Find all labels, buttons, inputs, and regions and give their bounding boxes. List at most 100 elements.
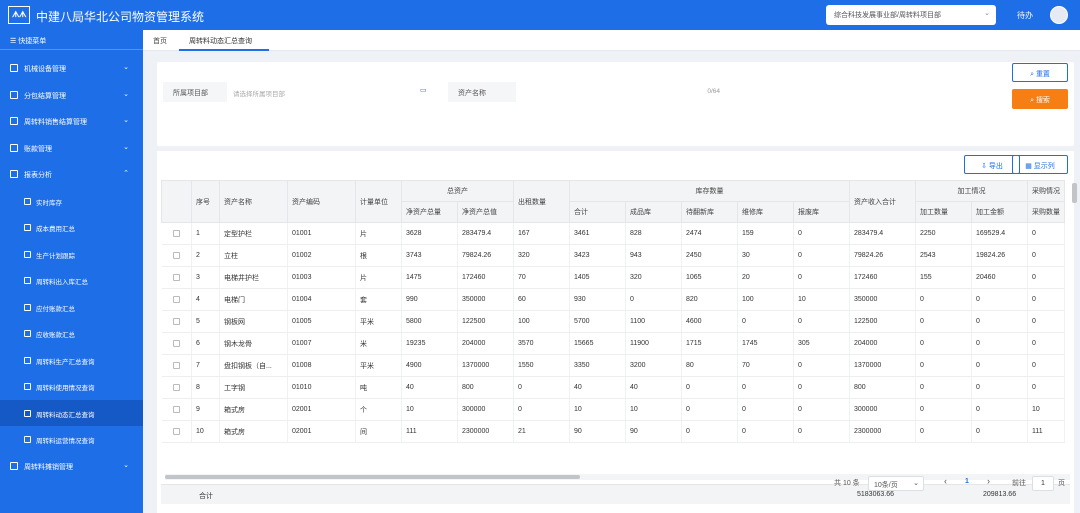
col-process-qty: 加工数量 xyxy=(915,201,972,223)
cell-asset-code: 01002 xyxy=(287,244,356,267)
sidebar-item-amortization[interactable]: 周转料摊销管理 ⌄ xyxy=(0,453,143,480)
sidebar-subitem-label: 应收账款汇总 xyxy=(36,332,75,339)
cell-net-total-qty: 5800 xyxy=(401,310,458,333)
sidebar-subitem-dynamic-query[interactable]: 周转料动态汇总查询 xyxy=(0,399,143,426)
cell-stock-total: 3461 xyxy=(569,222,626,245)
goto-page-input[interactable]: 1 xyxy=(1032,476,1054,491)
cell-rent-qty: 100 xyxy=(513,310,570,333)
cell-rent-qty: 60 xyxy=(513,288,570,311)
tab-home[interactable]: 首页 xyxy=(153,36,167,46)
row-checkbox[interactable] xyxy=(172,229,180,237)
row-checkbox[interactable] xyxy=(172,317,180,325)
cell-finished: 10 xyxy=(625,398,682,421)
columns-button[interactable]: ▦ 显示列 xyxy=(1012,155,1068,174)
row-checkbox-cell xyxy=(161,420,192,443)
cell-finished: 0 xyxy=(625,288,682,311)
cell-asset-code: 01003 xyxy=(287,266,356,289)
sidebar-item-reports[interactable]: 报表分析 ⌃ xyxy=(0,161,143,188)
cell-pending-repair: 0 xyxy=(681,420,738,443)
page-size-select[interactable]: 10条/页 ⌄ xyxy=(868,476,924,491)
horizontal-scrollbar[interactable] xyxy=(165,474,1070,480)
quick-menu-label: 快捷菜单 xyxy=(18,38,47,45)
sidebar-item-machinery[interactable]: 机械设备管理 ⌄ xyxy=(0,55,143,82)
summary-label: 合计 xyxy=(199,493,213,500)
avatar[interactable] xyxy=(1050,6,1068,24)
cell-index: 9 xyxy=(191,398,220,421)
sidebar-subitem-inout-summary[interactable]: 周转料出入库汇总 xyxy=(0,267,143,294)
sidebar-subitem-operation-query[interactable]: 周转料运营情况查询 xyxy=(0,426,143,453)
cell-scrap: 0 xyxy=(793,244,850,267)
select-icon[interactable]: ▭ xyxy=(420,86,427,94)
vertical-scrollbar[interactable] xyxy=(1072,183,1077,203)
cell-process-amount: 20460 xyxy=(971,266,1028,289)
row-checkbox[interactable] xyxy=(172,361,180,369)
prev-page-button[interactable]: ‹ xyxy=(944,476,947,486)
sidebar-subitem-payable-summary[interactable]: 应付账款汇总 xyxy=(0,294,143,321)
sidebar-item-label: 账款管理 xyxy=(24,145,52,153)
quick-menu[interactable]: ☰ 快捷菜单 xyxy=(0,30,143,50)
cell-finished: 3200 xyxy=(625,354,682,377)
table-row[interactable]: 1 定型护栏 01001 片 3628 283479.4 167 3461 828 2474 159… xyxy=(161,222,1065,245)
cell-net-total-value: 283479.4 xyxy=(457,222,514,245)
sidebar-subitem-cost-summary[interactable]: 成本费用汇总 xyxy=(0,214,143,241)
page-suffix: 页 xyxy=(1058,480,1065,487)
sidebar-item-subcontract[interactable]: 分包结算管理 ⌄ xyxy=(0,82,143,109)
cell-net-total-qty: 19235 xyxy=(401,332,458,355)
cell-index: 8 xyxy=(191,376,220,399)
sidebar-subitem-usage-query[interactable]: 周转料使用情况查询 xyxy=(0,373,143,400)
row-checkbox[interactable] xyxy=(172,273,180,281)
table-row[interactable]: 7 盘扣钢板（自... 01008 平米 4900 1370000 1550 3350 3200… xyxy=(161,354,1065,377)
sidebar-item-sales-settlement[interactable]: 周转料销售结算管理 ⌄ xyxy=(0,108,143,135)
project-select[interactable]: 请选择所属项目部 xyxy=(227,82,434,102)
columns-label: 显示列 xyxy=(1033,163,1055,170)
table-row[interactable]: 10 箱式房 02001 间 111 2300000 21 90 90 0 0 0 2300000 0 0 1… xyxy=(161,420,1065,443)
table-row[interactable]: 4 电梯门 01004 套 990 350000 60 930 0 820 100 10 350000 0… xyxy=(161,288,1065,311)
cell-finished: 320 xyxy=(625,266,682,289)
todo-link[interactable]: 待办 xyxy=(1017,10,1033,21)
sidebar-subitem-plan-tracking[interactable]: 生产计划跟踪 xyxy=(0,241,143,268)
group-total-assets: 总资产 xyxy=(401,180,514,202)
sidebar: ☰ 快捷菜单 机械设备管理 ⌄ 分包结算管理 ⌄ 周转料销售结算管理 ⌄ 账款管… xyxy=(0,30,143,513)
sidebar-item-accounts[interactable]: 账款管理 ⌄ xyxy=(0,135,143,162)
chevron-down-icon: ⌄ xyxy=(913,480,919,487)
cell-process-qty: 2250 xyxy=(915,222,972,245)
row-checkbox[interactable] xyxy=(172,251,180,259)
project-label: 所属项目部 xyxy=(163,82,227,102)
search-button[interactable]: ⌕ 搜索 xyxy=(1012,89,1068,109)
table-row[interactable]: 5 钢板网 01005 平米 5800 122500 100 5700 1100 4600 0 0 12… xyxy=(161,310,1065,333)
table-row[interactable]: 8 工字钢 01010 吨 40 800 0 40 40 0 0 0 800 0 0 0 xyxy=(161,376,1065,399)
table-row[interactable]: 2 立柱 01002 根 3743 79824.26 320 3423 943 2450 30 0 79… xyxy=(161,244,1065,267)
col-stock-total: 合计 xyxy=(569,201,626,223)
cell-asset-name: 定型护栏 xyxy=(219,222,288,245)
scrollbar-thumb[interactable] xyxy=(165,475,580,479)
row-checkbox[interactable] xyxy=(172,383,180,391)
sidebar-subitem-realtime-stock[interactable]: 实时库存 xyxy=(0,188,143,215)
group-purchase: 采购情况 xyxy=(1027,180,1065,202)
project-placeholder: 请选择所属项目部 xyxy=(233,91,285,98)
table-row[interactable]: 3 电梯井护栏 01003 片 1475 172460 70 1405 320 1065 20 0 17… xyxy=(161,266,1065,289)
page-1-button[interactable]: 1 xyxy=(965,478,969,485)
row-checkbox[interactable] xyxy=(172,339,180,347)
cell-index: 5 xyxy=(191,310,220,333)
cell-asset-code: 02001 xyxy=(287,398,356,421)
cell-rent-qty: 3570 xyxy=(513,332,570,355)
asset-name-input[interactable]: 0/64 xyxy=(516,82,726,102)
row-checkbox-cell xyxy=(161,244,192,267)
tab-dynamic-query[interactable]: 周转料动态汇总查询 xyxy=(189,36,252,46)
org-select[interactable]: 综合科技发展事业部/周转料项目部 ⌄ xyxy=(826,5,996,25)
table-body: 1 定型护栏 01001 片 3628 283479.4 167 3461 828 2474 159… xyxy=(161,222,1065,443)
table-row[interactable]: 9 箱式房 02001 个 10 300000 0 10 10 0 0 0 300000 0 0 10 xyxy=(161,398,1065,421)
summary-process-amount: 209813.66 xyxy=(983,491,1017,498)
cell-net-total-qty: 3628 xyxy=(401,222,458,245)
cell-asset-code: 01010 xyxy=(287,376,356,399)
row-checkbox[interactable] xyxy=(172,295,180,303)
sidebar-subitem-label: 生产计划跟踪 xyxy=(36,252,75,260)
cell-rent-qty: 320 xyxy=(513,244,570,267)
sidebar-subitem-receivable-summary[interactable]: 应收账款汇总 xyxy=(0,320,143,347)
next-page-button[interactable]: › xyxy=(987,476,990,486)
row-checkbox[interactable] xyxy=(172,405,180,413)
table-row[interactable]: 6 钢木龙骨 01007 米 19235 204000 3570 15665 11900 1715… xyxy=(161,332,1065,355)
sidebar-subitem-production-query[interactable]: 周转料生产汇总查询 xyxy=(0,347,143,374)
row-checkbox[interactable] xyxy=(172,427,180,435)
reset-button[interactable]: ⌕ 重置 xyxy=(1012,63,1068,82)
